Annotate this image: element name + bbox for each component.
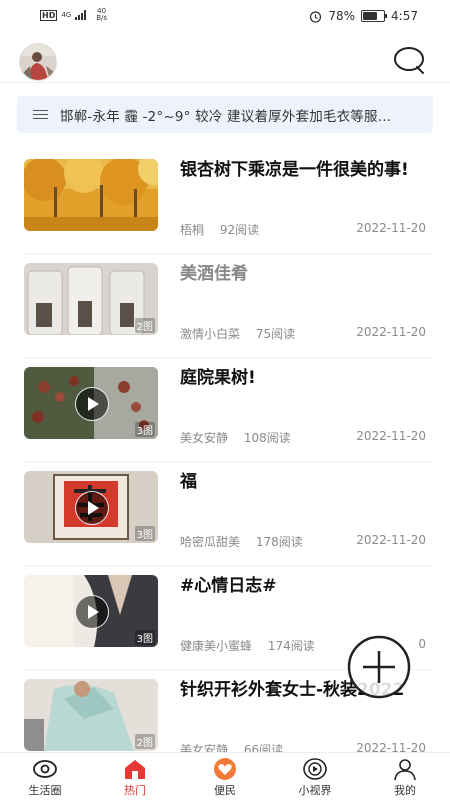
speed-unit: B/s	[96, 14, 108, 22]
alarm-icon	[310, 10, 322, 23]
battery-fill	[363, 12, 378, 20]
item-views: 174阅读	[267, 639, 315, 653]
person-icon	[394, 759, 416, 781]
tab-label: 小视界	[298, 784, 332, 797]
hd-indicator: HD	[40, 9, 58, 21]
video-play-icon[interactable]	[75, 491, 109, 525]
item-title[interactable]: 庭院果树!	[180, 366, 430, 391]
item-date: 2022-11-20	[356, 533, 426, 547]
network-type: 4G	[61, 11, 72, 19]
item-meta: 美女安静 108阅读 2022-11-20	[180, 429, 426, 446]
image-count-badge: 2图	[134, 318, 155, 333]
item-author[interactable]: 美女安静	[180, 431, 228, 445]
bottom-tab-bar: 生活圈 热门 便民 小视界 我的	[0, 752, 450, 801]
search-button[interactable]	[392, 45, 428, 77]
search-icon	[394, 47, 424, 74]
item-date: 2022-11-20	[356, 325, 426, 339]
status-left: HD 4G 40 B/s	[40, 8, 107, 22]
item-views: 92阅读	[219, 223, 260, 237]
fu-calligraphy-thumbnail: 3图	[24, 471, 158, 543]
fruit-tree-thumbnail: 3图	[24, 367, 158, 439]
home-icon	[125, 760, 145, 779]
item-meta: 梧桐 92阅读 2022-11-20	[180, 221, 426, 238]
feed-item[interactable]: 3图 庭院果树! 美女安静 108阅读 2022-11-20	[0, 358, 450, 462]
image-count-badge: 2图	[134, 734, 155, 749]
item-author[interactable]: 激情小白菜	[180, 327, 240, 341]
user-avatar[interactable]	[19, 43, 57, 81]
clock: 4:57	[391, 9, 418, 23]
tab-label: 生活圈	[28, 784, 62, 797]
add-post-button[interactable]	[346, 635, 412, 701]
item-author[interactable]: 哈密瓜甜美	[180, 535, 240, 549]
item-author[interactable]: 梧桐	[180, 223, 204, 237]
plus-icon	[347, 635, 411, 699]
top-header	[0, 36, 450, 82]
image-count-badge: 3图	[134, 526, 155, 541]
item-meta: 哈密瓜甜美 178阅读 2022-11-20	[180, 533, 426, 550]
item-date: 0	[418, 637, 426, 651]
menu-icon	[33, 109, 48, 120]
status-bar: HD 4G 40 B/s 78% 4:57	[0, 0, 450, 34]
weather-text: 邯郸-永年 霾 -2°~9° 较冷 建议着厚外套加毛衣等服...	[60, 108, 392, 125]
signal-icon	[75, 10, 87, 20]
tab-convenience[interactable]: 便民	[180, 753, 270, 801]
item-author[interactable]: 健康美小蜜蜂	[180, 639, 252, 653]
feed-item[interactable]: 银杏树下乘凉是一件很美的事! 梧桐 92阅读 2022-11-20	[0, 150, 450, 254]
image-count-badge: 3图	[134, 630, 155, 645]
item-date: 2022-11-20	[356, 221, 426, 235]
tab-mini-video[interactable]: 小视界	[270, 753, 360, 801]
tab-mine[interactable]: 我的	[360, 753, 450, 801]
item-views: 75阅读	[255, 327, 296, 341]
feed-item[interactable]: 3图 福 哈密瓜甜美 178阅读 2022-11-20	[0, 462, 450, 566]
image-count-badge: 3图	[134, 422, 155, 437]
item-views: 178阅读	[255, 535, 303, 549]
item-title[interactable]: 银杏树下乘凉是一件很美的事!	[180, 158, 430, 183]
header-divider	[0, 82, 450, 83]
feed-item[interactable]: 2图 美酒佳肴 激情小白菜 75阅读 2022-11-20	[0, 254, 450, 358]
item-views: 108阅读	[243, 431, 291, 445]
mood-diary-thumbnail: 3图	[24, 575, 158, 647]
video-play-icon	[303, 758, 327, 780]
tab-label: 热门	[124, 784, 146, 797]
tab-lifecircle[interactable]: 生活圈	[0, 753, 90, 801]
video-play-icon[interactable]	[75, 387, 109, 421]
item-meta: 激情小白菜 75阅读 2022-11-20	[180, 325, 426, 342]
ginkgo-thumbnail	[24, 159, 158, 231]
item-date: 2022-11-20	[356, 429, 426, 443]
item-title[interactable]: 美酒佳肴	[180, 262, 430, 287]
heart-icon	[214, 758, 236, 780]
status-right: 78% 4:57	[309, 9, 418, 23]
battery-percent: 78%	[328, 9, 356, 23]
battery-icon	[361, 10, 388, 22]
tab-label: 便民	[214, 784, 236, 797]
avatar-image	[20, 44, 56, 80]
tab-label: 我的	[394, 784, 416, 797]
eye-icon	[33, 760, 57, 778]
network-speed: 40 B/s	[96, 8, 107, 22]
item-title[interactable]: #心情日志#	[180, 574, 430, 599]
liquor-thumbnail: 2图	[24, 263, 158, 335]
cardigan-thumbnail: 2图	[24, 679, 158, 751]
item-title[interactable]: 福	[180, 470, 430, 495]
weather-banner[interactable]: 邯郸-永年 霾 -2°~9° 较冷 建议着厚外套加毛衣等服...	[17, 96, 433, 133]
tab-hot[interactable]: 热门	[90, 753, 180, 801]
video-play-icon[interactable]	[75, 595, 109, 629]
